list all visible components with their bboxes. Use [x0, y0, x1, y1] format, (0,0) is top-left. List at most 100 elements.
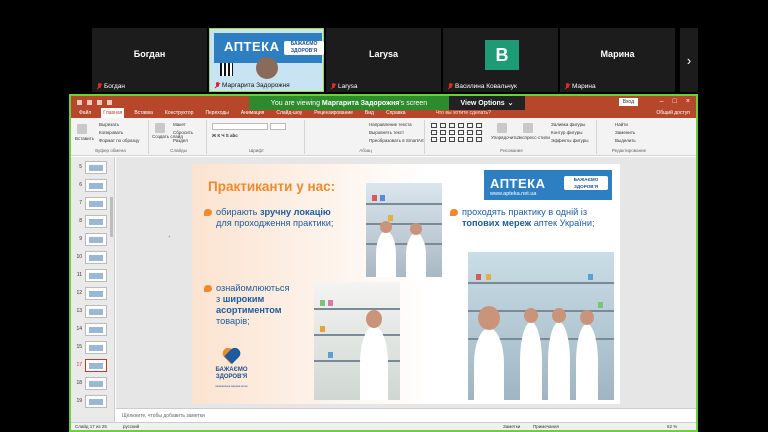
bullet-icon: [204, 209, 212, 216]
participant-name: Larysa: [368, 49, 399, 59]
present-icon[interactable]: [107, 99, 112, 105]
slide-thumbnail[interactable]: 14: [73, 323, 113, 337]
slide-thumbnail[interactable]: 5: [73, 161, 113, 175]
participant-tile[interactable]: B Василина Ковальчук: [443, 28, 558, 92]
bold-icon[interactable]: Ж К Ч S abc: [212, 133, 238, 138]
group-label: Редактирование: [611, 148, 647, 153]
participant-label: Маргарита Задорожня: [214, 82, 290, 89]
slide-canvas[interactable]: Практиканти у нас: обирають зручну локац…: [192, 164, 620, 404]
slide-thumbnail[interactable]: 18: [73, 377, 113, 391]
slide-thumbnail[interactable]: 15: [73, 341, 113, 355]
group-clipboard: Вставить Вырезать Копировать Формат по о…: [73, 120, 149, 154]
notes-toggle[interactable]: Заметки: [503, 424, 520, 429]
slide-thumbnail[interactable]: 13: [73, 305, 113, 319]
slide-editor: + Практиканти у нас: обирають зручну лок…: [116, 157, 696, 422]
redo-icon[interactable]: [97, 99, 102, 105]
shape-effects-button[interactable]: Эффекты фигуры: [551, 138, 589, 143]
slide-thumbnail[interactable]: 9: [73, 233, 113, 247]
slide-thumbnail[interactable]: 19: [73, 395, 113, 409]
slide-thumbnail[interactable]: 12: [73, 287, 113, 301]
shapes-gallery[interactable]: [431, 123, 483, 142]
tab-insert[interactable]: Вставка: [132, 108, 155, 118]
shape-fill-button[interactable]: Заливка фигуры: [551, 122, 585, 127]
bullet-icon: [450, 209, 458, 216]
slide-thumbnail[interactable]: 10: [73, 251, 113, 265]
text-direction-button[interactable]: Направление текста: [369, 122, 412, 127]
participant-name: Марина: [600, 49, 635, 59]
view-options-button[interactable]: View Options ⌄: [449, 96, 525, 110]
avatar: B: [485, 40, 519, 70]
save-icon[interactable]: [77, 99, 82, 105]
tell-me-search[interactable]: Что вы хотите сделать?: [436, 110, 491, 116]
status-bar: Слайд 17 из 25 русский Заметки Примечани…: [71, 422, 696, 430]
paste-button[interactable]: Вставить: [75, 136, 94, 141]
mic-muted-icon: [330, 83, 336, 90]
section-button[interactable]: Раздел: [173, 138, 188, 143]
slide-thumbnail[interactable]: 8: [73, 215, 113, 229]
maximize-icon[interactable]: □: [673, 96, 677, 108]
chevron-right-icon[interactable]: ›: [680, 28, 698, 92]
quick-styles-button[interactable]: Экспресс-стили: [517, 135, 550, 140]
layout-button[interactable]: Макет: [173, 122, 186, 127]
font-size-select[interactable]: [270, 123, 286, 130]
shape-outline-button[interactable]: Контур фигуры: [551, 130, 582, 135]
sign-in-button[interactable]: Вход: [618, 98, 638, 106]
slide-thumbnail[interactable]: 6: [73, 179, 113, 193]
pharmacy-photo: [468, 252, 614, 400]
arrange-button[interactable]: Упорядочить: [491, 135, 518, 140]
participant-tile[interactable]: Богдан Богдан: [92, 28, 207, 92]
bazhaiemo-zdorovia-logo: БАЖАЄМО ЗДОРОВ'Я національна мережа апте…: [209, 349, 254, 389]
paste-icon: [77, 124, 87, 134]
placeholder-mark: +: [168, 234, 171, 239]
comments-toggle[interactable]: Примечания: [533, 424, 559, 429]
find-button[interactable]: Найти: [615, 122, 628, 127]
group-paragraph: Направление текста Выровнять текст Преоб…: [307, 120, 425, 154]
participant-tile-active-speaker[interactable]: АПТЕКА БАЖАЄМО ЗДОРОВ'Я Маргарита Задоро…: [209, 28, 324, 92]
share-button[interactable]: Общий доступ: [656, 110, 690, 116]
participant-tile[interactable]: Марина Марина: [560, 28, 675, 92]
group-slides: Создать слайд Макет Сбросить Раздел Слай…: [151, 120, 207, 154]
group-label: Слайды: [170, 148, 187, 153]
minimize-icon[interactable]: –: [660, 96, 664, 108]
tab-home[interactable]: Главная: [101, 108, 125, 118]
group-label: Шрифт: [249, 148, 264, 153]
slide-thumbnail-selected[interactable]: 17: [73, 359, 113, 373]
replace-button[interactable]: Заменить: [615, 130, 635, 135]
group-drawing: Упорядочить Экспресс-стили Заливка фигур…: [427, 120, 597, 154]
banner-badge: БАЖАЄМО ЗДОРОВ'Я: [284, 41, 324, 55]
copy-button[interactable]: Копировать: [99, 130, 123, 135]
zoom-level[interactable]: 62 %: [667, 424, 677, 429]
reset-button[interactable]: Сбросить: [173, 130, 193, 135]
tab-transitions[interactable]: Переходы: [203, 108, 230, 118]
participant-tile[interactable]: Larysa Larysa: [326, 28, 441, 92]
screen-share-banner: You are viewing Маргарита Задорожня's sc…: [249, 96, 525, 110]
group-editing: Найти Заменить Выделить Редактирование: [599, 120, 659, 154]
thumbnails-scrollbar[interactable]: [110, 197, 113, 237]
notes-pane[interactable]: Щёлкните, чтобы добавить заметки: [116, 408, 696, 422]
group-font: Ж К Ч S abc Шрифт: [209, 120, 305, 154]
font-family-select[interactable]: [212, 123, 268, 130]
format-painter-button[interactable]: Формат по образцу: [99, 138, 139, 143]
participant-label: Богдан: [96, 83, 125, 90]
slide-thumbnails-pane: 5 6 7 8 9 10 11 12 13 14 15 17 18 19: [71, 157, 115, 422]
chevron-down-icon: ⌄: [507, 100, 514, 107]
group-label: Рисование: [500, 148, 523, 153]
qr-code-icon: [220, 63, 233, 76]
arrange-icon: [497, 123, 507, 133]
align-text-button[interactable]: Выровнять текст: [369, 130, 404, 135]
participant-name: Богдан: [133, 49, 166, 59]
group-label: Абзац: [359, 148, 372, 153]
close-icon[interactable]: ×: [686, 96, 690, 108]
tab-design[interactable]: Конструктор: [163, 108, 196, 118]
select-button[interactable]: Выделить: [615, 138, 636, 143]
slide-thumbnail[interactable]: 7: [73, 197, 113, 211]
slide-thumbnail[interactable]: 11: [73, 269, 113, 283]
zoom-meeting-window: Богдан Богдан АПТЕКА БАЖАЄМО ЗДОРОВ'Я Ма…: [0, 0, 768, 432]
mic-muted-icon: [564, 83, 570, 90]
tab-file[interactable]: Файл: [77, 108, 93, 118]
window-controls: – □ ×: [660, 96, 690, 108]
smartart-button[interactable]: Преобразовать в SmartArt: [369, 138, 424, 143]
cut-button[interactable]: Вырезать: [99, 122, 119, 127]
undo-icon[interactable]: [87, 99, 92, 105]
slide-bullet: проходять практику в одній із топових мер…: [450, 207, 620, 229]
